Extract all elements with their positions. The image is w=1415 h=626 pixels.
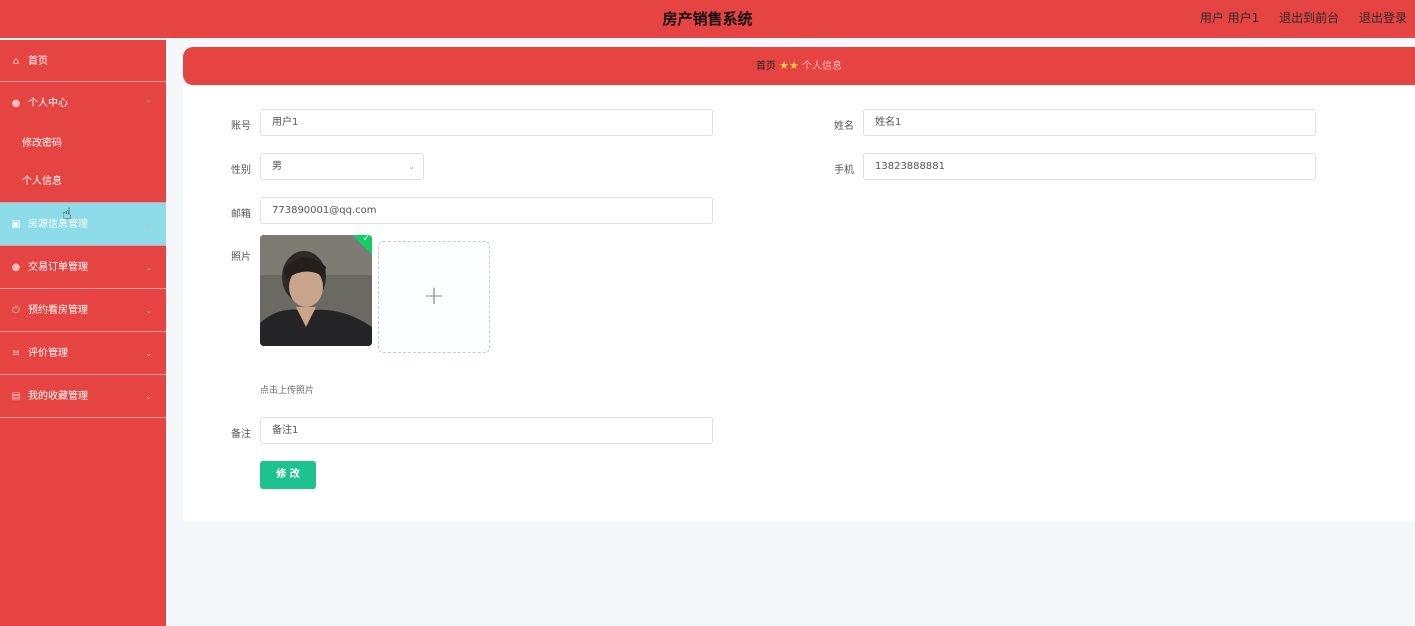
sidebar-item-orders[interactable]: ● 交易订单管理 ⌄ [0, 246, 166, 289]
phone-field[interactable]: 13823888881 [863, 153, 1316, 180]
plus-icon: + [423, 281, 445, 311]
sidebar-item-house-info[interactable]: ▣ 房源信息管理 ⌄ [0, 203, 166, 246]
sidebar-subitem-change-password[interactable]: 修改密码 [0, 125, 166, 163]
email-field[interactable]: 773890001@qq.com [260, 197, 713, 224]
back-to-front-link[interactable]: 退出到前台 [1279, 11, 1339, 25]
sidebar-item-label: 我的收藏管理 [28, 391, 88, 402]
uploaded-photo[interactable]: ✓ [260, 235, 372, 346]
top-bar: 房产销售系统 用户 用户1 退出到前台 退出登录 [0, 0, 1415, 38]
sidebar-item-home[interactable]: ⌂ 首页 [0, 40, 166, 82]
current-user: 用户 用户1 [1199, 11, 1260, 25]
sidebar-item-label: 首页 [28, 56, 48, 67]
user-photo-image [260, 235, 372, 346]
phone-label: 手机 [834, 165, 854, 176]
print-icon: ▤ [11, 391, 21, 402]
power-icon: ⏻ [12, 305, 20, 316]
user-icon: ● [11, 98, 21, 109]
sidebar-item-reviews[interactable]: ≡ 评价管理 ⌄ [0, 332, 166, 375]
chevron-down-icon: ⌄ [145, 263, 152, 272]
remark-field[interactable]: 备注1 [260, 417, 713, 444]
chevron-down-icon: ⌄ [145, 349, 152, 358]
chevron-up-icon: ⌃ [145, 99, 152, 108]
upload-hint: 点击上传照片 [260, 386, 315, 396]
email-label: 邮箱 [231, 209, 251, 220]
breadcrumb-home[interactable]: 首页 [756, 61, 776, 72]
home-icon: ⌂ [12, 56, 20, 67]
briefcase-icon: ▣ [11, 219, 21, 230]
star-icon: ★★ [779, 59, 799, 72]
name-label: 姓名 [834, 121, 854, 132]
sidebar-item-label: 房源信息管理 [28, 219, 88, 230]
sidebar-subitem-personal-info[interactable]: 个人信息 [0, 163, 166, 203]
chevron-down-icon: ⌄ [408, 162, 415, 171]
account-field[interactable]: 用户1 [260, 109, 713, 136]
gender-select[interactable]: 男 ⌄ [260, 153, 424, 180]
header-actions: 用户 用户1 退出到前台 退出登录 [1200, 0, 1407, 36]
name-field[interactable]: 姓名1 [863, 109, 1316, 136]
sidebar-item-label: 评价管理 [28, 348, 68, 359]
breadcrumb: 首页 ★★ 个人信息 [183, 47, 1415, 85]
upload-photo-button[interactable]: + [378, 241, 490, 353]
sidebar-item-label: 预约看房管理 [28, 305, 88, 316]
submit-button[interactable]: 修 改 [260, 461, 316, 489]
list-icon: ≡ [11, 348, 21, 359]
gender-label: 性别 [231, 165, 251, 176]
sidebar-item-favorites[interactable]: ▤ 我的收藏管理 ⌄ [0, 375, 166, 418]
breadcrumb-current: 个人信息 [802, 61, 843, 72]
logout-link[interactable]: 退出登录 [1359, 11, 1407, 25]
hand-cursor-icon: ☝ [62, 204, 72, 223]
check-icon: ✓ [362, 235, 370, 244]
sidebar-item-label: 交易订单管理 [28, 262, 88, 273]
chevron-down-icon: ⌄ [145, 220, 152, 229]
photo-label: 照片 [231, 252, 251, 263]
gender-value: 男 [272, 161, 282, 172]
sidebar-item-viewing[interactable]: ⏻ 预约看房管理 ⌄ [0, 289, 166, 332]
chevron-down-icon: ⌄ [145, 392, 152, 401]
remark-label: 备注 [231, 429, 251, 440]
sidebar-item-personal-center[interactable]: ● 个人中心 ⌃ [0, 82, 166, 125]
account-label: 账号 [231, 121, 251, 132]
sidebar: ⌂ 首页 ● 个人中心 ⌃ 修改密码 个人信息 ▣ 房源信息管理 ⌄ ● 交易订… [0, 40, 166, 626]
sidebar-item-label: 个人中心 [28, 98, 68, 109]
user-icon: ● [11, 262, 21, 273]
chevron-down-icon: ⌄ [145, 306, 152, 315]
